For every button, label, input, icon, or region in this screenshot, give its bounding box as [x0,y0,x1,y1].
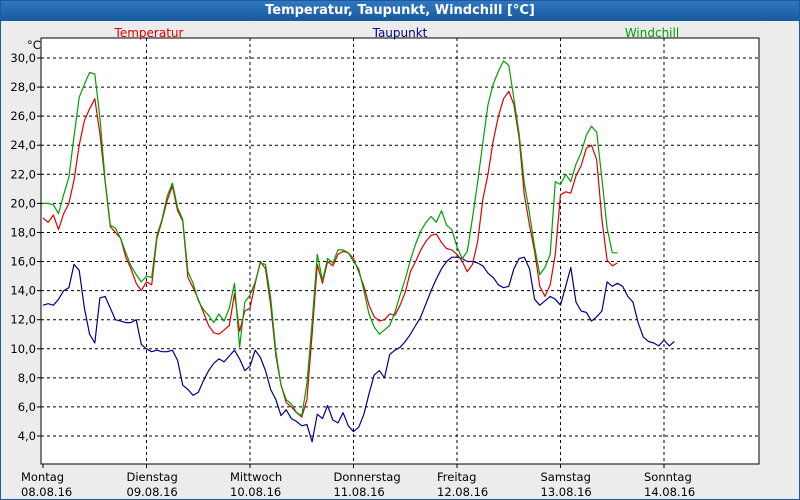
x-tick-date: 13.08.16 [541,485,592,499]
y-tick-label: 8,0 [18,371,36,385]
x-tick-date: 11.08.16 [334,485,385,499]
y-axis-unit: °C [27,38,41,52]
y-tick-label: 30,0 [10,51,36,65]
x-tick-date: 09.08.16 [127,485,178,499]
x-tick-day: Sonntag [644,470,692,484]
x-tick-day: Donnerstag [334,470,401,484]
x-axis-ticks: Montag08.08.16 Dienstag09.08.16 Mittwoch10… [21,464,695,499]
y-tick-label: 4,0 [18,429,36,443]
y-tick-label: 28,0 [10,80,36,94]
y-axis-ticks: 4,0 6,0 8,0 10,0 12,0 14,0 16,0 18,0 20,0 22,0 24,… [10,51,41,443]
legend-taupunkt: Taupunkt [372,26,428,40]
x-tick-date: 12.08.16 [437,485,488,499]
y-tick-label: 14,0 [10,284,36,298]
y-tick-label: 10,0 [10,342,36,356]
y-tick-label: 26,0 [10,109,36,123]
y-tick-label: 22,0 [10,167,36,181]
legend-windchill: Windchill [625,26,679,40]
x-tick-day: Freitag [437,470,476,484]
x-tick-day: Samstag [541,470,591,484]
x-tick-day: Mittwoch [230,470,282,484]
y-tick-label: 6,0 [18,400,36,414]
chart-canvas: 4,0 6,0 8,0 10,0 12,0 14,0 16,0 18,0 20,0 22,0 24,… [10,26,760,499]
legend-temperatur: Temperatur [114,26,184,40]
y-tick-label: 20,0 [10,196,36,210]
x-tick-day: Dienstag [127,470,178,484]
y-tick-label: 16,0 [10,255,36,269]
plot-area [40,37,760,465]
chart-window: Temperatur, Taupunkt, Windchill [°C] 4,0… [0,0,800,500]
y-tick-label: 12,0 [10,313,36,327]
x-tick-date: 10.08.16 [230,485,281,499]
y-tick-label: 24,0 [10,138,36,152]
x-tick-day: Montag [21,470,64,484]
x-tick-date: 08.08.16 [21,485,72,499]
y-tick-label: 18,0 [10,225,36,239]
x-tick-date: 14.08.16 [644,485,695,499]
